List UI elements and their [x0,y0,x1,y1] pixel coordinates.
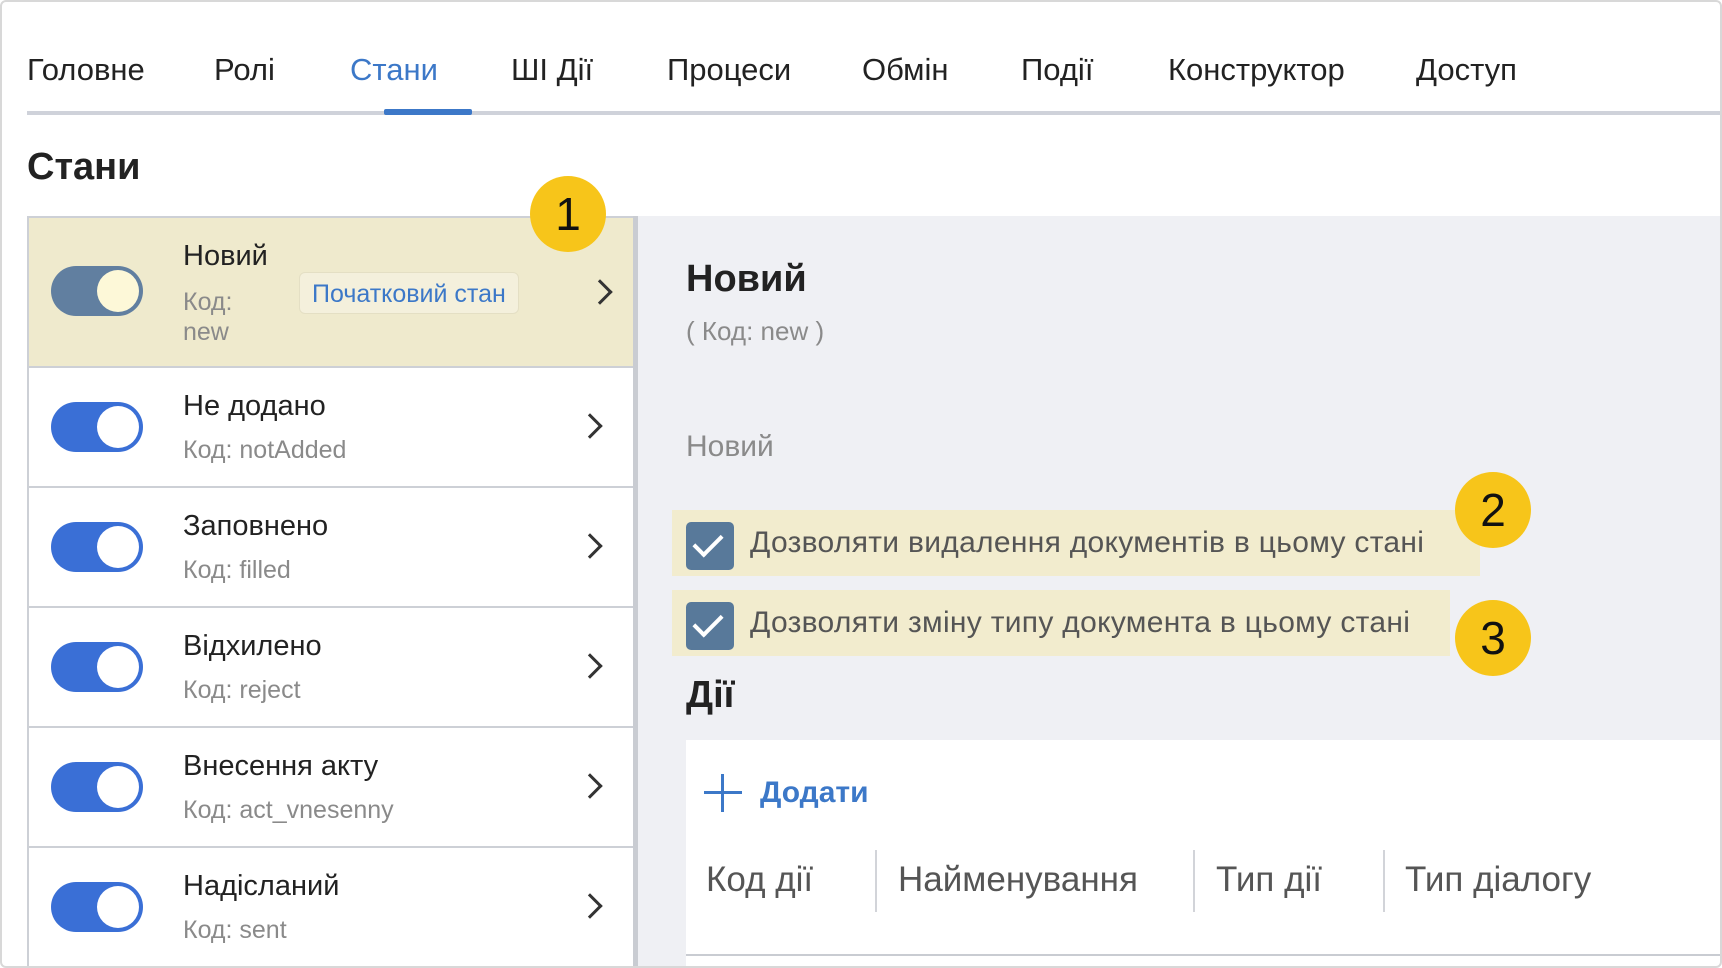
state-row-not-added[interactable]: Не додано Код: notAdded [29,368,634,488]
state-name: Заповнено [183,510,329,542]
chevron-right-icon [577,773,603,799]
column-separator[interactable] [875,850,877,912]
column-header-dialog-type[interactable]: Тип діалогу [1405,860,1591,900]
allow-change-type-option[interactable]: Дозволяти зміну типу документа в цьому с… [672,590,1450,656]
tab-exchange[interactable]: Обмін [862,52,949,88]
state-code: Код: filled [183,556,291,584]
detail-description: Новий [686,430,774,463]
state-enabled-toggle[interactable] [51,882,143,932]
column-separator[interactable] [1193,850,1195,912]
tab-roles[interactable]: Ролі [214,52,275,88]
state-enabled-toggle[interactable] [51,402,143,452]
tab-home[interactable]: Головне [27,52,145,88]
column-header-action-type[interactable]: Тип дії [1216,860,1322,900]
callout-marker-3: 3 [1455,600,1531,676]
state-row-act-vnesenny[interactable]: Внесення акту Код: act_vnesenny [29,728,634,848]
column-header-name[interactable]: Найменування [898,860,1138,900]
chevron-right-icon [577,893,603,919]
state-code: Код: reject [183,676,301,704]
allow-delete-checkbox[interactable] [686,522,734,570]
chevron-right-icon [587,279,613,305]
actions-section-title: Дії [686,674,735,716]
add-action-label: Додати [760,776,869,809]
tab-access[interactable]: Доступ [1416,52,1517,88]
checkmark-icon [692,526,724,558]
column-header-action-code[interactable]: Код дії [706,860,813,900]
state-name: Внесення акту [183,750,379,782]
detail-code: ( Код: new ) [686,316,825,346]
state-name: Не додано [183,390,326,422]
tab-ai-actions[interactable]: ШІ Дії [511,52,593,88]
toggle-knob [97,766,139,808]
tab-bar: Головне Ролі Стани ШІ Дії Процеси Обмін … [27,0,1722,115]
state-detail-panel: Новий ( Код: new ) Новий Дозволяти видал… [638,216,1722,968]
state-name: Новий [183,240,268,272]
table-divider [686,954,1722,956]
state-name: Надісланий [183,870,340,902]
column-separator[interactable] [1383,850,1385,912]
state-row-sent[interactable]: Надісланий Код: sent [29,848,634,968]
state-code: Код: sent [183,916,287,944]
state-row-reject[interactable]: Відхилено Код: reject [29,608,634,728]
state-enabled-toggle[interactable] [51,642,143,692]
toggle-knob [97,406,139,448]
state-code: Код: notAdded [183,436,347,464]
allow-delete-label: Дозволяти видалення документів в цьому с… [750,526,1425,559]
toggle-knob [97,270,139,312]
tab-constructor[interactable]: Конструктор [1168,52,1345,88]
page-title: Стани [27,146,141,188]
chevron-right-icon [577,653,603,679]
state-enabled-toggle[interactable] [51,266,143,316]
checkmark-icon [692,606,724,638]
tab-processes[interactable]: Процеси [667,52,791,88]
tab-events[interactable]: Події [1021,52,1093,88]
state-list: Новий Код: new Початковий стан Не додано… [27,216,636,968]
detail-title: Новий [686,258,807,300]
state-code-label: Код: [183,288,233,316]
toggle-knob [97,646,139,688]
active-tab-indicator [384,109,472,115]
toggle-knob [97,886,139,928]
state-row-filled[interactable]: Заповнено Код: filled [29,488,634,608]
state-code-value: new [183,318,229,346]
tab-states[interactable]: Стани [350,52,438,88]
state-code: Код: act_vnesenny [183,796,394,824]
actions-table: Додати Код дії Найменування Тип дії Тип … [686,740,1722,968]
state-enabled-toggle[interactable] [51,762,143,812]
chevron-right-icon [577,533,603,559]
state-name: Відхилено [183,630,322,662]
state-enabled-toggle[interactable] [51,522,143,572]
plus-icon [704,774,742,812]
callout-marker-2: 2 [1455,472,1531,548]
allow-delete-documents-option[interactable]: Дозволяти видалення документів в цьому с… [672,510,1480,576]
toggle-knob [97,526,139,568]
callout-marker-1: 1 [530,176,606,252]
allow-change-type-checkbox[interactable] [686,602,734,650]
allow-change-type-label: Дозволяти зміну типу документа в цьому с… [750,606,1411,639]
chevron-right-icon [577,413,603,439]
initial-state-badge: Початковий стан [299,272,519,314]
